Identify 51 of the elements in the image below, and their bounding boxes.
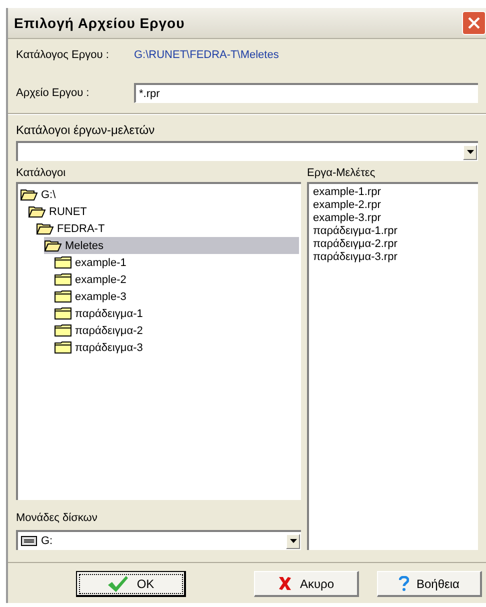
folder-path: G:\RUNET\FEDRA-T\Meletes	[134, 49, 279, 61]
folder-item[interactable]: παράδειγμα-2	[54, 322, 299, 339]
drive-value: G:	[41, 535, 53, 547]
folder-item[interactable]: παράδειγμα-1	[54, 305, 299, 322]
field-label: Κατάλογος Εργου :	[16, 49, 110, 61]
file-item[interactable]: example-2.rpr	[311, 199, 476, 212]
file-item[interactable]: παράδειγμα-2.rpr	[311, 238, 476, 251]
folder-icon	[54, 273, 72, 286]
folder-icon	[54, 290, 72, 303]
cancel-button[interactable]: Ακυρο	[254, 571, 359, 597]
folder-item[interactable]: G:\	[20, 186, 299, 203]
panel-label: Κατάλογοι	[16, 167, 67, 179]
folder-item[interactable]: παράδειγμα-3	[54, 339, 299, 356]
question-mark-icon	[398, 576, 408, 591]
folder-item[interactable]: Meletes	[44, 237, 299, 254]
folder-item[interactable]: example-2	[54, 271, 299, 288]
folder-icon	[54, 341, 72, 354]
window-title: Επιλογή Αρχείου Εργου	[14, 15, 185, 31]
open-folder-icon	[36, 222, 54, 234]
drive-icon	[21, 536, 37, 546]
file-name-field[interactable]: *.rpr	[134, 83, 478, 103]
field-label: Αρχείο Εργου :	[16, 87, 90, 99]
ok-button[interactable]: OK	[76, 571, 186, 597]
file-item[interactable]: example-3.rpr	[311, 212, 476, 225]
field-label: Μονάδες δίσκων	[16, 512, 98, 524]
folder-icon	[54, 324, 72, 337]
caret-icon	[466, 150, 474, 154]
folder-item[interactable]: RUNET	[28, 203, 299, 220]
close-button[interactable]	[462, 11, 486, 35]
panel-label: Εργα-Μελέτες	[307, 167, 376, 179]
file-item[interactable]: παράδειγμα-3.rpr	[311, 251, 476, 264]
folder-item[interactable]: FEDRA-T	[36, 220, 299, 237]
folder-item[interactable]: example-1	[54, 254, 299, 271]
open-folder-icon	[20, 188, 38, 200]
file-item[interactable]: example-1.rpr	[311, 186, 476, 199]
dropdown-button[interactable]	[286, 534, 300, 548]
folder-icon	[54, 307, 72, 320]
checkmark-icon	[106, 574, 129, 592]
open-folder-icon	[28, 206, 46, 218]
open-folder-icon	[44, 240, 62, 252]
field-label: Κατάλογοι έργων-μελετών	[16, 123, 156, 137]
folder-icon	[54, 256, 72, 269]
close-icon	[468, 17, 480, 29]
folder-item[interactable]: example-3	[54, 288, 299, 305]
project-dirs-dropdown[interactable]	[16, 141, 478, 161]
caret-icon	[290, 539, 296, 543]
drive-dropdown[interactable]: G:	[16, 530, 301, 550]
dropdown-button[interactable]	[463, 144, 477, 160]
help-button[interactable]: Βοήθεια	[377, 571, 482, 597]
file-item[interactable]: παράδειγμα-1.rpr	[311, 225, 476, 238]
cross-icon	[278, 576, 292, 591]
